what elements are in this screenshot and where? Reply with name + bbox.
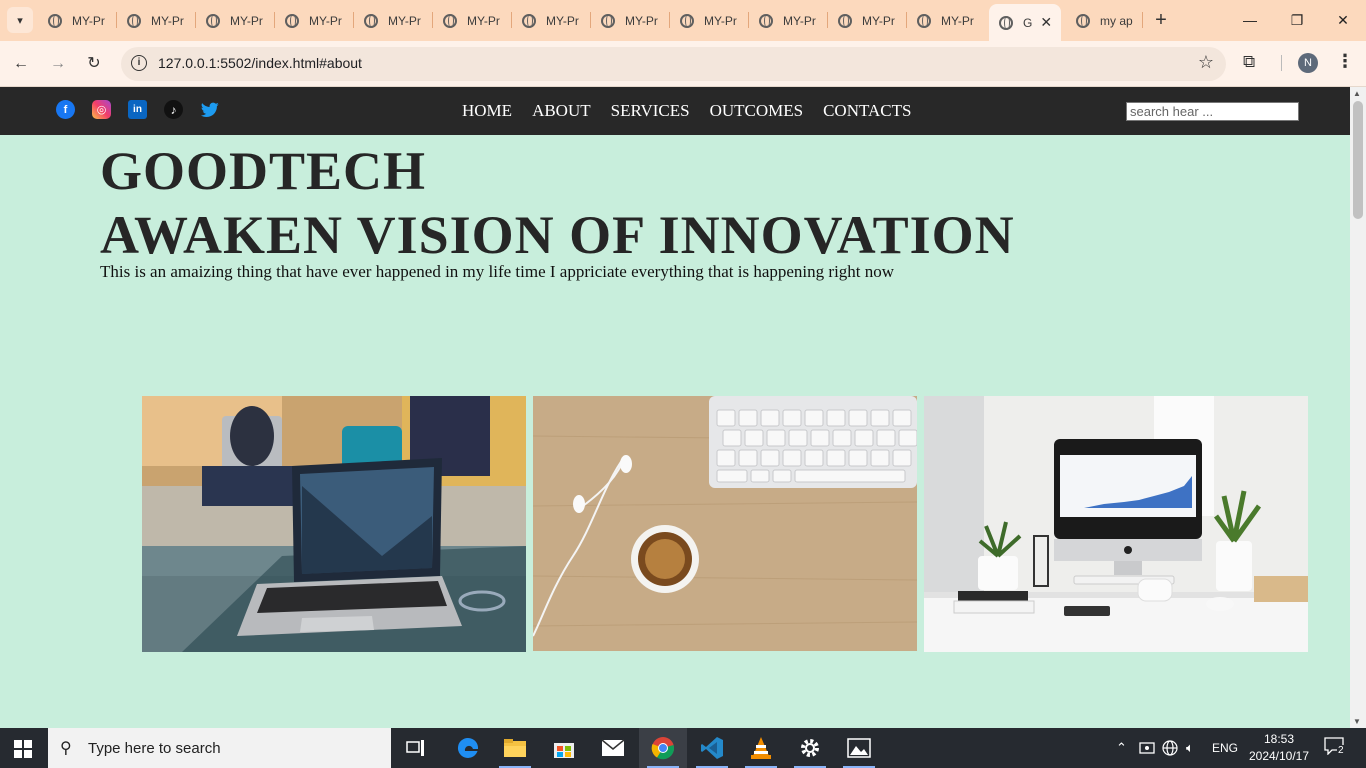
search-icon: ⚲ [60, 740, 72, 757]
nav-outcomes-link[interactable]: OUTCOMES [710, 101, 804, 121]
page-viewport: f ◎ in ♪ HOME ABOUT SERVICES OUTCOMES CO… [0, 87, 1366, 728]
settings-gear-icon[interactable] [786, 728, 834, 768]
clock-date: 2024/10/17 [1248, 749, 1310, 763]
browser-tab[interactable]: MY-Pr [838, 8, 900, 33]
facebook-icon[interactable]: f [56, 100, 75, 119]
restore-button[interactable]: ❐ [1285, 8, 1309, 32]
site-search-input[interactable] [1126, 102, 1299, 121]
hero-title-line2: AWAKEN VISION OF INNOVATION [100, 205, 1015, 265]
browser-tab[interactable]: my ap [1076, 8, 1134, 33]
tab-strip: ▾ MY-Pr MY-Pr MY-Pr MY-Pr MY-Pr MY-Pr MY… [0, 0, 1366, 41]
browser-toolbar: ← → ↻ i 127.0.0.1:5502/index.html#about … [0, 41, 1366, 87]
mail-icon[interactable] [589, 728, 637, 768]
notification-count: 2 [1337, 745, 1345, 756]
photos-icon[interactable] [835, 728, 883, 768]
browser-tab[interactable]: MY-Pr [48, 8, 110, 33]
bookmark-star-icon[interactable]: ☆ [1198, 52, 1214, 73]
imac-desk-photo [924, 396, 1308, 652]
linkedin-icon[interactable]: in [128, 100, 147, 119]
address-bar[interactable]: i 127.0.0.1:5502/index.html#about ☆ [121, 47, 1226, 81]
scroll-up-arrow[interactable]: ▲ [1353, 89, 1361, 98]
meet-now-icon[interactable] [1139, 728, 1155, 768]
globe-icon [999, 15, 1013, 30]
taskbar-search-text: Type here to search [88, 740, 221, 757]
show-hidden-icons[interactable]: ⌃ [1116, 728, 1127, 768]
nav-about-link[interactable]: ABOUT [532, 101, 591, 121]
browser-tab[interactable]: MY-Pr [680, 8, 742, 33]
taskbar-search-box[interactable]: ⚲ Type here to search [48, 728, 391, 768]
hero-paragraph: This is an amaizing thing that have ever… [100, 262, 895, 281]
globe-icon [127, 13, 141, 28]
forward-button[interactable]: → [46, 52, 70, 76]
browser-tab[interactable]: MY-Pr [127, 8, 189, 33]
toolbar-divider [1281, 55, 1282, 71]
taskbar-clock[interactable]: 18:53 2024/10/17 [1248, 731, 1310, 765]
reload-button[interactable]: ↻ [82, 52, 106, 76]
browser-tab[interactable]: MY-Pr [285, 8, 347, 33]
scroll-thumb[interactable] [1353, 101, 1363, 219]
browser-tab[interactable]: MY-Pr [917, 8, 979, 33]
close-window-button[interactable]: ✕ [1331, 8, 1355, 32]
globe-icon [364, 13, 378, 28]
network-globe-icon[interactable] [1162, 728, 1178, 768]
clock-time: 18:53 [1263, 732, 1295, 746]
back-button[interactable]: ← [9, 52, 33, 76]
vlc-icon[interactable] [737, 728, 785, 768]
chrome-icon[interactable] [639, 728, 687, 768]
main-menu: HOME ABOUT SERVICES OUTCOMES CONTACTS [462, 101, 931, 121]
globe-icon [1076, 13, 1090, 28]
microsoft-store-icon[interactable] [540, 728, 588, 768]
hero-title-line1: GOODTECH [100, 141, 427, 201]
scroll-down-arrow[interactable]: ▼ [1353, 717, 1361, 726]
extensions-icon[interactable]: ⧉ [1243, 52, 1255, 72]
edge-icon[interactable] [444, 728, 492, 768]
globe-icon [759, 13, 773, 28]
globe-icon [601, 13, 615, 28]
browser-tab[interactable]: MY-Pr [601, 8, 663, 33]
vscode-icon[interactable] [688, 728, 736, 768]
globe-icon [443, 13, 457, 28]
windows-taskbar: ⚲ Type here to search ⌃ 🔈︎ ENG 18:53 202… [0, 728, 1366, 768]
site-navbar: f ◎ in ♪ HOME ABOUT SERVICES OUTCOMES CO… [0, 87, 1350, 135]
windows-start-icon[interactable] [14, 740, 32, 758]
laptop-photo [142, 396, 526, 652]
minimize-button[interactable]: — [1238, 8, 1262, 32]
menu-kebab-icon[interactable]: ⋮ [1336, 51, 1354, 72]
notifications-icon[interactable]: 2 [1324, 737, 1346, 759]
nav-services-link[interactable]: SERVICES [611, 101, 690, 121]
new-tab-button[interactable]: + [1150, 8, 1172, 32]
close-tab-icon[interactable]: ✕ [1040, 14, 1052, 31]
volume-icon[interactable]: 🔈︎ [1186, 728, 1194, 768]
nav-home-link[interactable]: HOME [462, 101, 512, 121]
globe-icon [285, 13, 299, 28]
globe-icon [206, 13, 220, 28]
language-indicator[interactable]: ENG [1212, 728, 1238, 768]
globe-icon [48, 13, 62, 28]
task-view-icon[interactable] [392, 728, 440, 768]
twitter-icon[interactable] [200, 100, 219, 119]
url-text[interactable]: 127.0.0.1:5502/index.html#about [158, 55, 362, 71]
tab-search-button[interactable]: ▾ [7, 7, 33, 33]
browser-tab[interactable]: MY-Pr [759, 8, 821, 33]
browser-tab[interactable]: MY-Pr [206, 8, 268, 33]
instagram-icon[interactable]: ◎ [92, 100, 111, 119]
browser-tab[interactable]: MY-Pr [522, 8, 584, 33]
browser-tab[interactable]: MY-Pr [443, 8, 505, 33]
globe-icon [917, 13, 931, 28]
nav-contacts-link[interactable]: CONTACTS [823, 101, 911, 121]
hero-title: GOODTECH AWAKEN VISION OF INNOVATION [100, 139, 1015, 267]
file-explorer-icon[interactable] [491, 728, 539, 768]
browser-tab[interactable]: MY-Pr [364, 8, 426, 33]
globe-icon [522, 13, 536, 28]
globe-icon [838, 13, 852, 28]
page-scrollbar[interactable]: ▲ ▼ [1350, 87, 1366, 728]
coffee-desk-photo [533, 396, 917, 651]
site-info-icon[interactable]: i [131, 55, 147, 71]
profile-avatar[interactable]: N [1298, 53, 1318, 73]
tiktok-icon[interactable]: ♪ [164, 100, 183, 119]
globe-icon [680, 13, 694, 28]
browser-tab-active[interactable]: G ✕ [989, 4, 1061, 41]
